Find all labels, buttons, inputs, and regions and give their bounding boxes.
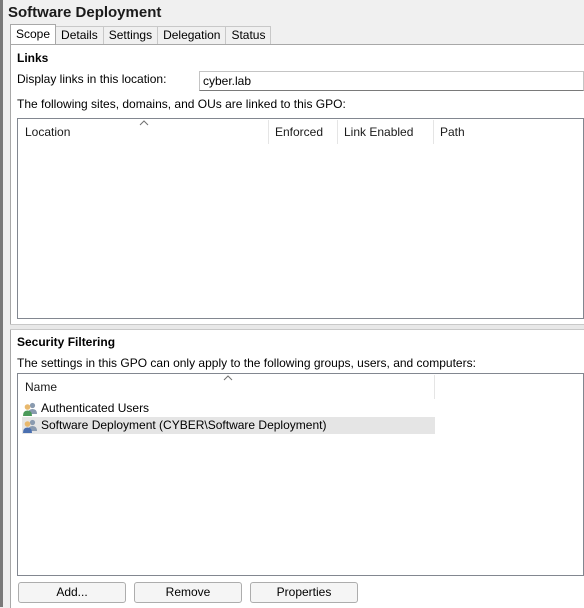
user-group-icon bbox=[23, 419, 37, 433]
properties-button[interactable]: Properties bbox=[250, 582, 358, 603]
column-header-enforced[interactable]: Enforced bbox=[275, 119, 323, 145]
list-item[interactable]: Authenticated Users bbox=[22, 400, 435, 417]
security-filtering-list[interactable]: Name Authenticated Users Software Deploy… bbox=[17, 373, 584, 576]
tab-delegation[interactable]: Delegation bbox=[157, 26, 227, 44]
sort-ascending-icon bbox=[139, 120, 149, 126]
pane-splitter[interactable] bbox=[10, 324, 584, 330]
column-header-path[interactable]: Path bbox=[440, 119, 465, 145]
tab-details[interactable]: Details bbox=[55, 26, 104, 44]
window-left-border bbox=[0, 0, 3, 607]
tab-scope[interactable]: Scope bbox=[10, 24, 57, 44]
list-item[interactable]: Software Deployment (CYBER\Software Depl… bbox=[22, 417, 435, 434]
sort-ascending-icon bbox=[223, 375, 233, 381]
user-group-icon bbox=[23, 402, 37, 416]
links-description: The following sites, domains, and OUs ar… bbox=[17, 97, 346, 111]
list-item-label: Authenticated Users bbox=[41, 401, 150, 415]
column-header-link-enabled[interactable]: Link Enabled bbox=[344, 119, 413, 145]
column-separator[interactable] bbox=[433, 120, 434, 144]
links-list[interactable]: Location Enforced Link Enabled Path bbox=[17, 118, 584, 319]
display-links-label: Display links in this location: bbox=[17, 72, 167, 86]
window-title: Software Deployment bbox=[8, 4, 162, 21]
column-separator[interactable] bbox=[268, 120, 269, 144]
location-combobox[interactable]: cyber.lab bbox=[199, 71, 584, 91]
links-heading: Links bbox=[17, 51, 49, 65]
tab-bar: Scope Details Settings Delegation Status bbox=[10, 24, 272, 45]
tab-settings[interactable]: Settings bbox=[102, 26, 159, 44]
tab-status[interactable]: Status bbox=[225, 26, 272, 44]
list-item-label: Software Deployment (CYBER\Software Depl… bbox=[41, 418, 327, 432]
add-button[interactable]: Add... bbox=[18, 582, 126, 603]
column-header-location[interactable]: Location bbox=[25, 119, 70, 145]
column-header-name[interactable]: Name bbox=[25, 374, 57, 400]
remove-button[interactable]: Remove bbox=[134, 582, 242, 603]
column-separator[interactable] bbox=[337, 120, 338, 144]
security-filtering-description: The settings in this GPO can only apply … bbox=[17, 356, 476, 370]
column-separator[interactable] bbox=[434, 375, 435, 399]
security-filtering-heading: Security Filtering bbox=[17, 335, 116, 349]
